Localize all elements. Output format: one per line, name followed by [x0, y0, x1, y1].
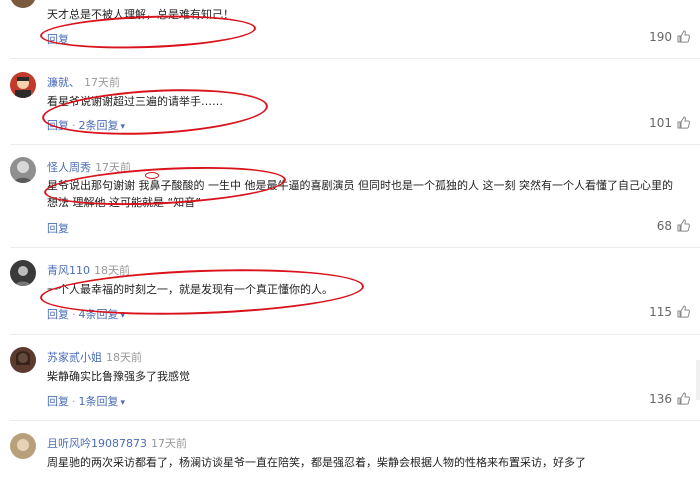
thumbs-up-icon [677, 219, 690, 235]
comment-meta: 苏家贰小姐 18天前 [47, 349, 142, 365]
comment-text: 周星驰的两次采访都看了，杨澜访谈星爷一直在陪笑，都是强忍着，柴静会根据人物的性格… [47, 456, 586, 469]
like-count: 136 [649, 392, 672, 406]
like-count: 115 [649, 305, 672, 319]
divider [10, 420, 700, 421]
like-button[interactable]: 68 [657, 219, 690, 235]
comment-text: 一个人最幸福的时刻之一，就是发现有一个真正懂你的人。 [47, 283, 333, 296]
reply-link[interactable]: 回复 [47, 222, 69, 235]
username[interactable]: 苏家贰小姐 [47, 351, 102, 364]
comment-actions: 回复 [47, 31, 69, 47]
divider [10, 58, 700, 59]
reply-link[interactable]: 回复 [47, 395, 69, 408]
like-count: 101 [649, 116, 672, 130]
thumbs-up-icon [677, 30, 690, 46]
timestamp: 17天前 [151, 437, 187, 450]
comment-actions: 回复 [47, 220, 69, 236]
timestamp: 18天前 [106, 351, 142, 364]
chevron-down-icon: ▾ [120, 311, 126, 321]
avatar[interactable] [10, 433, 36, 459]
like-button[interactable]: 115 [649, 305, 690, 321]
comment-meta: 怪人周秀 17天前 [47, 159, 131, 175]
thumbs-up-icon [677, 305, 690, 321]
divider [10, 144, 700, 145]
comment-actions: 回复 · 1条回复 ▾ [47, 395, 126, 408]
chevron-down-icon: ▾ [120, 398, 126, 408]
comment-actions: 回复 · 4条回复 ▾ [47, 308, 126, 321]
thumbs-up-icon [677, 392, 690, 408]
avatar[interactable] [10, 157, 36, 183]
timestamp: 17天前 [84, 76, 120, 89]
chevron-down-icon: ▾ [120, 122, 126, 132]
comment-meta: 濂就、 17天前 [47, 74, 120, 90]
reply-link[interactable]: 回复 [47, 308, 69, 321]
username[interactable]: 且听风吟19087873 [47, 437, 147, 450]
username[interactable]: 怪人周秀 [47, 161, 91, 174]
reply-link[interactable]: 回复 [47, 119, 69, 132]
comment-text: 柴静确实比鲁豫强多了我感觉 [47, 370, 190, 383]
like-button[interactable]: 136 [649, 392, 690, 408]
scrollbar[interactable] [696, 360, 700, 400]
avatar[interactable] [10, 347, 36, 373]
like-button[interactable]: 101 [649, 116, 690, 132]
comment-text: 星爷说出那句谢谢 我鼻子酸酸的 一生中 他是最牛逼的喜剧演员 但同时也是一个孤独… [47, 179, 673, 192]
divider [10, 247, 700, 248]
view-replies-link[interactable]: 4条回复 ▾ [79, 308, 126, 321]
timestamp: 18天前 [94, 264, 130, 277]
comment-text: 看星爷说谢谢超过三遍的请举手…… [47, 95, 223, 108]
like-button[interactable]: 190 [649, 30, 690, 46]
like-count: 190 [649, 30, 672, 44]
reply-link[interactable]: 回复 [47, 33, 69, 46]
like-count: 68 [656, 219, 672, 233]
comment-actions: 回复 · 2条回复 ▾ [47, 119, 126, 132]
username[interactable]: 青风110 [47, 264, 90, 277]
timestamp: 17天前 [95, 161, 131, 174]
avatar[interactable] [10, 0, 36, 8]
comment-text: 天才总是不被人理解，总是难有知己！ [47, 8, 234, 21]
thumbs-up-icon [677, 116, 690, 132]
comment-text-continued: 想法 理解他 这可能就是 “知音” [47, 196, 201, 209]
username[interactable]: 濂就、 [47, 76, 80, 89]
avatar[interactable] [10, 72, 36, 98]
avatar[interactable] [10, 260, 36, 286]
view-replies-link[interactable]: 1条回复 ▾ [79, 395, 126, 408]
comment-meta: 且听风吟19087873 17天前 [47, 435, 187, 451]
comment-meta: 青风110 18天前 [47, 262, 130, 278]
divider [10, 334, 700, 335]
view-replies-link[interactable]: 2条回复 ▾ [79, 119, 126, 132]
